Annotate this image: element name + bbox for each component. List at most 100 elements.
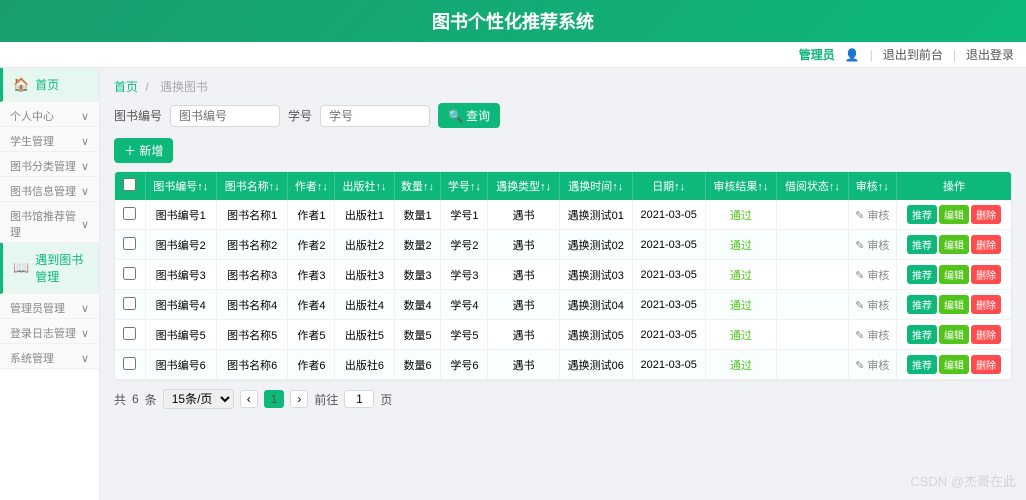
row-checkbox-3[interactable] xyxy=(115,290,145,320)
th-checkbox xyxy=(115,172,145,200)
recommend-btn-3[interactable]: 推荐 xyxy=(907,295,937,314)
recommend-btn-1[interactable]: 推荐 xyxy=(907,235,937,254)
th-book-num[interactable]: 图书编号↑↓ xyxy=(145,172,216,200)
sidebar-group-log[interactable]: 登录日志管理 ∨ xyxy=(0,319,99,344)
edit-btn-4[interactable]: 编辑 xyxy=(939,325,969,344)
row-checkbox-2[interactable] xyxy=(115,260,145,290)
recommend-btn-4[interactable]: 推荐 xyxy=(907,325,937,344)
row-check-5[interactable] xyxy=(123,357,136,370)
row-book-num-1: 图书编号2 xyxy=(145,230,216,260)
row-borrow-type-4: 遇书 xyxy=(488,320,559,350)
breadcrumb-home[interactable]: 首页 xyxy=(114,80,138,94)
row-student-num-3: 学号4 xyxy=(441,290,488,320)
next-page-btn[interactable]: › xyxy=(290,390,308,408)
row-checkbox-1[interactable] xyxy=(115,230,145,260)
row-date-0: 2021-03-05 xyxy=(632,200,705,230)
sidebar-group-manager[interactable]: 管理员管理 ∨ xyxy=(0,294,99,319)
th-student-num[interactable]: 学号↑↓ xyxy=(441,172,488,200)
delete-btn-4[interactable]: 删除 xyxy=(971,325,1001,344)
row-check-2[interactable] xyxy=(123,267,136,280)
row-student-num-5: 学号6 xyxy=(441,350,488,380)
book-num-input[interactable] xyxy=(170,105,280,127)
pagination: 共 6 条 15条/页 30条/页 50条/页 ‹ 1 › 前往 页 xyxy=(114,389,1012,409)
row-date-1: 2021-03-05 xyxy=(632,230,705,260)
search-button[interactable]: 🔍 查询 xyxy=(438,103,500,128)
row-count-4: 数量5 xyxy=(394,320,441,350)
page-jump-input[interactable] xyxy=(344,390,374,408)
sidebar-category-label: 图书分类管理 xyxy=(10,158,76,174)
row-check-4[interactable] xyxy=(123,327,136,340)
table-header-row: 图书编号↑↓ 图书名称↑↓ 作者↑↓ 出版社↑↓ 数量↑↓ 学号↑↓ 遇换类型↑… xyxy=(115,172,1011,200)
breadcrumb-current: 遇换图书 xyxy=(160,80,208,94)
row-borrow-status-5 xyxy=(777,350,848,380)
logout-btn[interactable]: 退出登录 xyxy=(966,46,1014,63)
edit-btn-2[interactable]: 编辑 xyxy=(939,265,969,284)
row-student-num-1: 学号2 xyxy=(441,230,488,260)
row-checkbox-5[interactable] xyxy=(115,350,145,380)
sidebar-item-borrow[interactable]: 📖 遇到图书管理 xyxy=(0,243,99,294)
sidebar-item-home[interactable]: 🏠 首页 xyxy=(0,68,99,102)
row-checkbox-0[interactable] xyxy=(115,200,145,230)
edit-btn-5[interactable]: 编辑 xyxy=(939,355,969,374)
th-borrow-type[interactable]: 遇换类型↑↓ xyxy=(488,172,559,200)
sidebar: 🏠 首页 个人中心 ∨ 学生管理 ∨ 图书分类管理 ∨ 图书信息管理 ∨ 图书馆… xyxy=(0,68,100,500)
row-action-1: 推荐 编辑 删除 xyxy=(896,230,1011,260)
row-action-3: 推荐 编辑 删除 xyxy=(896,290,1011,320)
recommend-btn-2[interactable]: 推荐 xyxy=(907,265,937,284)
th-borrow-time[interactable]: 遇换时间↑↓ xyxy=(559,172,632,200)
sidebar-group-category[interactable]: 图书分类管理 ∨ xyxy=(0,152,99,177)
logout-frontend-btn[interactable]: 退出到前台 xyxy=(883,46,943,63)
jump-suffix: 页 xyxy=(380,391,392,408)
search-icon: 🔍 xyxy=(448,109,463,123)
prev-page-btn[interactable]: ‹ xyxy=(240,390,258,408)
jump-prefix: 前往 xyxy=(314,391,338,408)
page-header: 图书个性化推荐系统 xyxy=(0,0,1026,42)
admin-label: 管理员 xyxy=(799,46,835,63)
edit-btn-3[interactable]: 编辑 xyxy=(939,295,969,314)
row-check-1[interactable] xyxy=(123,237,136,250)
row-author-1: 作者2 xyxy=(288,230,335,260)
row-date-5: 2021-03-05 xyxy=(632,350,705,380)
chevron-icon: ∨ xyxy=(81,110,89,123)
edit-btn-1[interactable]: 编辑 xyxy=(939,235,969,254)
student-num-label: 学号 xyxy=(288,107,312,124)
per-page-select[interactable]: 15条/页 30条/页 50条/页 xyxy=(163,389,234,409)
th-review[interactable]: 审核↑↓ xyxy=(848,172,896,200)
th-date[interactable]: 日期↑↓ xyxy=(632,172,705,200)
sidebar-group-bookmgmt[interactable]: 图书信息管理 ∨ xyxy=(0,177,99,202)
th-review-result[interactable]: 审核结果↑↓ xyxy=(705,172,776,200)
row-book-name-2: 图书名称3 xyxy=(216,260,287,290)
th-borrow-status[interactable]: 借阅状态↑↓ xyxy=(777,172,848,200)
row-borrow-time-5: 遇换测试06 xyxy=(559,350,632,380)
row-check-3[interactable] xyxy=(123,297,136,310)
select-all-checkbox[interactable] xyxy=(123,178,136,191)
delete-btn-3[interactable]: 删除 xyxy=(971,295,1001,314)
delete-btn-1[interactable]: 删除 xyxy=(971,235,1001,254)
th-count[interactable]: 数量↑↓ xyxy=(394,172,441,200)
sidebar-group-profile[interactable]: 个人中心 ∨ xyxy=(0,102,99,127)
row-review-result-2: 通过 xyxy=(705,260,776,290)
row-checkbox-4[interactable] xyxy=(115,320,145,350)
sidebar-group-recommend[interactable]: 图书馆推荐管理 ∨ xyxy=(0,202,99,243)
th-publisher[interactable]: 出版社↑↓ xyxy=(335,172,394,200)
recommend-btn-5[interactable]: 推荐 xyxy=(907,355,937,374)
student-num-input[interactable] xyxy=(320,105,430,127)
sidebar-group-sys[interactable]: 系统管理 ∨ xyxy=(0,344,99,369)
add-button[interactable]: ＋ 新增 xyxy=(114,138,173,163)
th-author[interactable]: 作者↑↓ xyxy=(288,172,335,200)
data-table: 图书编号↑↓ 图书名称↑↓ 作者↑↓ 出版社↑↓ 数量↑↓ 学号↑↓ 遇换类型↑… xyxy=(115,172,1011,380)
delete-btn-5[interactable]: 删除 xyxy=(971,355,1001,374)
search-bar: 图书编号 学号 🔍 查询 xyxy=(114,103,1012,128)
delete-btn-2[interactable]: 删除 xyxy=(971,265,1001,284)
row-check-0[interactable] xyxy=(123,207,136,220)
total-count: 6 xyxy=(132,392,139,406)
th-book-name[interactable]: 图书名称↑↓ xyxy=(216,172,287,200)
row-count-0: 数量1 xyxy=(394,200,441,230)
recommend-btn-0[interactable]: 推荐 xyxy=(907,205,937,224)
sidebar-group-student[interactable]: 学生管理 ∨ xyxy=(0,127,99,152)
sidebar-student-label: 学生管理 xyxy=(10,133,54,149)
sidebar-bookmgmt-label: 图书信息管理 xyxy=(10,183,76,199)
edit-btn-0[interactable]: 编辑 xyxy=(939,205,969,224)
row-borrow-status-0 xyxy=(777,200,848,230)
delete-btn-0[interactable]: 删除 xyxy=(971,205,1001,224)
